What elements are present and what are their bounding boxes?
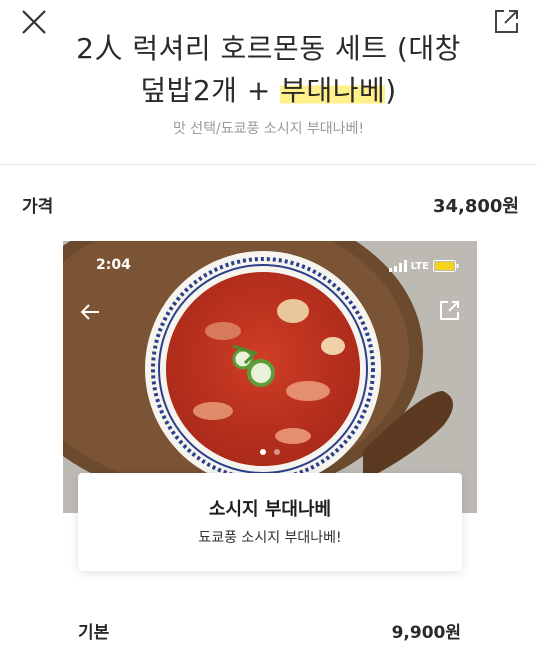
title-line-1: 2人 럭셔리 호르몬동 세트 (대창 xyxy=(76,32,461,65)
status-indicators: LTE xyxy=(388,259,459,273)
photo-pagination xyxy=(63,449,477,455)
title-line-2-start: 덮밥2개 + xyxy=(140,74,281,107)
card-description: 됴쿄풍 소시지 부대나베! xyxy=(198,530,342,546)
page-subtitle: 맛 선택/됴쿄풍 소시지 부대나베! xyxy=(172,121,365,137)
battery-icon xyxy=(433,260,459,272)
pagination-dot-1[interactable] xyxy=(260,449,266,455)
option-label: 기본 xyxy=(78,623,110,643)
status-time: 2:04 xyxy=(96,257,131,273)
arrow-left-icon xyxy=(80,304,99,320)
title-line-2-end: ) xyxy=(385,74,397,107)
price-value: 34,800원 xyxy=(432,196,519,217)
photo-back-button[interactable] xyxy=(79,301,101,323)
product-header: 2人 럭셔리 호르몬동 세트 (대창 덮밥2개 + 부대나베) 맛 선택/됴쿄풍… xyxy=(0,0,537,165)
signal-icon xyxy=(388,260,407,272)
option-price: 9,900원 xyxy=(391,623,461,643)
title-highlight: 부대나베 xyxy=(280,74,386,107)
product-info-card: 소시지 부대나베 됴쿄풍 소시지 부대나베! xyxy=(78,473,462,571)
option-row[interactable]: 기본 9,900원 xyxy=(0,614,537,644)
photo-share-button[interactable] xyxy=(439,299,461,321)
page-title: 2人 럭셔리 호르몬동 세트 (대창 덮밥2개 + 부대나베) xyxy=(40,28,497,112)
price-row: 가격 34,800원 xyxy=(0,188,537,218)
pagination-dot-2[interactable] xyxy=(274,449,280,455)
card-title: 소시지 부대나베 xyxy=(208,499,332,520)
share-icon xyxy=(440,301,459,320)
network-label: LTE xyxy=(410,260,429,272)
price-label: 가격 xyxy=(22,197,54,217)
